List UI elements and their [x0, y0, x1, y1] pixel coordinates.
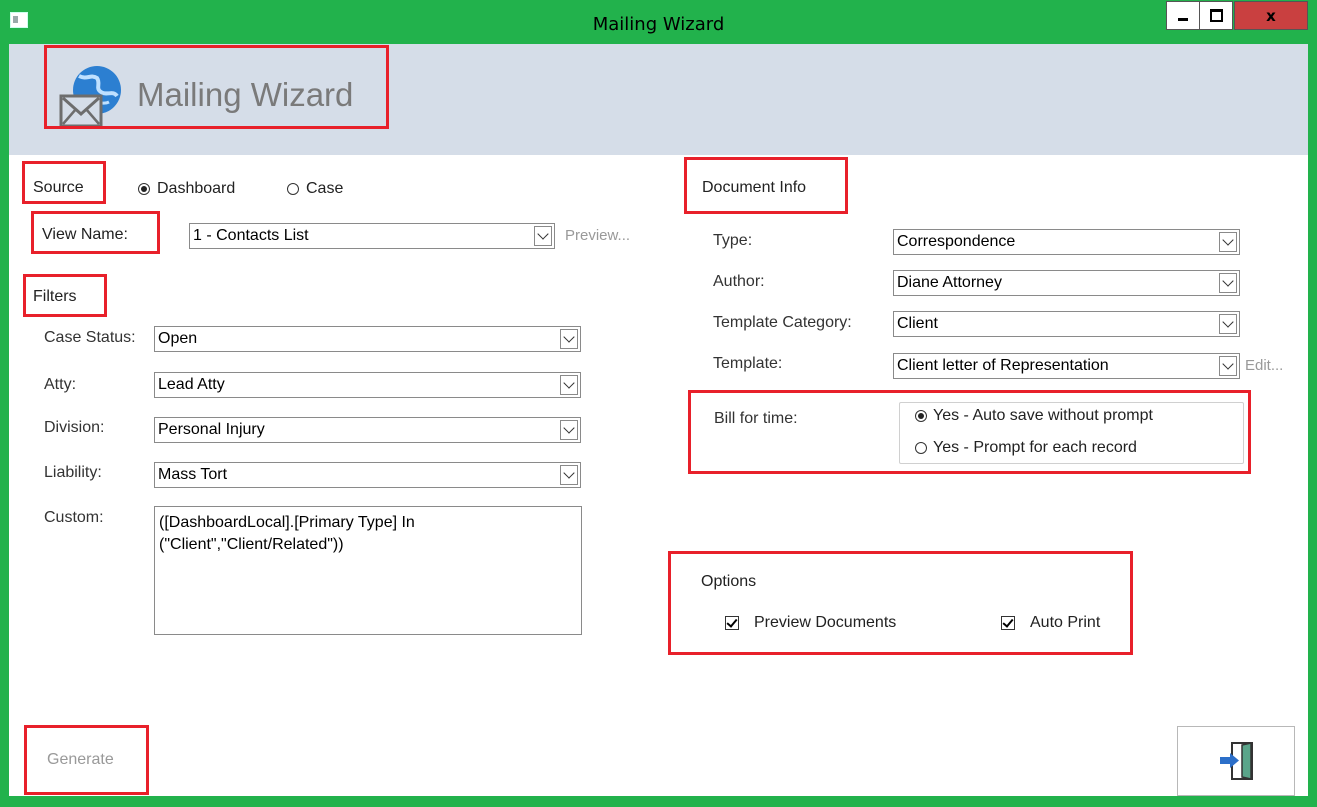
chevron-down-icon[interactable]: [560, 420, 578, 440]
bill-option-prompt[interactable]: Yes - Prompt for each record: [933, 439, 1137, 457]
liability-label: Liability:: [44, 464, 102, 481]
source-option-case[interactable]: Case: [306, 180, 343, 198]
division-label: Division:: [44, 419, 105, 436]
source-radio-case[interactable]: [287, 183, 299, 195]
bill-for-time-label: Bill for time:: [714, 410, 798, 427]
author-label: Author:: [713, 273, 765, 290]
chevron-down-icon[interactable]: [560, 329, 578, 349]
maximize-icon: [1209, 9, 1223, 22]
source-label: Source: [33, 179, 84, 196]
minimize-button[interactable]: [1166, 1, 1200, 30]
type-combo[interactable]: Correspondence: [893, 229, 1240, 255]
chevron-down-icon[interactable]: [1219, 356, 1237, 376]
auto-print-label[interactable]: Auto Print: [1030, 614, 1100, 632]
type-value: Correspondence: [897, 233, 1016, 250]
auto-print-checkbox[interactable]: [1001, 616, 1015, 630]
source-option-dashboard[interactable]: Dashboard: [157, 180, 235, 198]
generate-button[interactable]: Generate: [47, 751, 114, 769]
template-value: Client letter of Representation: [897, 357, 1109, 374]
title-bar[interactable]: Mailing Wizard x: [0, 0, 1317, 44]
edit-template-link[interactable]: Edit...: [1245, 357, 1283, 374]
division-combo[interactable]: Personal Injury: [154, 417, 581, 443]
case-status-value: Open: [158, 330, 198, 347]
maximize-button[interactable]: [1199, 1, 1233, 30]
case-status-combo[interactable]: Open: [154, 326, 581, 352]
chevron-down-icon[interactable]: [1219, 273, 1237, 293]
custom-filter-textarea[interactable]: ([DashboardLocal].[Primary Type] In ("Cl…: [154, 506, 582, 635]
source-radio-dashboard[interactable]: [138, 183, 150, 195]
atty-combo[interactable]: Lead Atty: [154, 372, 581, 398]
template-combo[interactable]: Client letter of Representation: [893, 353, 1240, 379]
template-category-value: Client: [897, 315, 938, 332]
preview-documents-label[interactable]: Preview Documents: [754, 614, 896, 632]
wizard-client-area: Mailing Wizard Source Dashboard Case Vie…: [9, 44, 1308, 796]
division-value: Personal Injury: [158, 421, 265, 438]
view-name-combo[interactable]: 1 - Contacts List: [189, 223, 555, 249]
document-info-label: Document Info: [702, 179, 807, 196]
atty-label: Atty:: [44, 376, 77, 393]
template-category-combo[interactable]: Client: [893, 311, 1240, 337]
close-button[interactable]: x: [1234, 1, 1308, 30]
highlight-options: [668, 551, 1133, 655]
preview-link[interactable]: Preview...: [565, 227, 630, 244]
highlight-header: [44, 45, 389, 129]
exit-door-icon: [1220, 742, 1253, 780]
template-category-label: Template Category:: [713, 314, 852, 331]
close-icon: x: [1266, 6, 1276, 25]
custom-label: Custom:: [44, 509, 104, 526]
exit-button[interactable]: [1177, 726, 1295, 796]
window: Mailing Wizard x Mailing Wizard Source D…: [0, 0, 1317, 807]
case-status-label: Case Status:: [44, 329, 136, 346]
bill-option-auto-save[interactable]: Yes - Auto save without prompt: [933, 407, 1153, 425]
bill-radio-prompt[interactable]: [915, 442, 927, 454]
bill-radio-auto-save[interactable]: [915, 410, 927, 422]
filters-label: Filters: [33, 288, 77, 305]
preview-documents-checkbox[interactable]: [725, 616, 739, 630]
window-title: Mailing Wizard: [592, 14, 725, 35]
view-name-label: View Name:: [42, 226, 128, 243]
options-label: Options: [701, 573, 757, 590]
minimize-icon: [1178, 18, 1188, 21]
type-label: Type:: [713, 232, 753, 249]
view-name-value: 1 - Contacts List: [193, 227, 309, 244]
chevron-down-icon[interactable]: [560, 465, 578, 485]
chevron-down-icon[interactable]: [534, 226, 552, 246]
atty-value: Lead Atty: [158, 376, 225, 393]
chevron-down-icon[interactable]: [560, 375, 578, 395]
chevron-down-icon[interactable]: [1219, 232, 1237, 252]
liability-combo[interactable]: Mass Tort: [154, 462, 581, 488]
author-combo[interactable]: Diane Attorney: [893, 270, 1240, 296]
chevron-down-icon[interactable]: [1219, 314, 1237, 334]
liability-value: Mass Tort: [158, 466, 228, 483]
author-value: Diane Attorney: [897, 274, 1002, 291]
template-label: Template:: [713, 355, 783, 372]
